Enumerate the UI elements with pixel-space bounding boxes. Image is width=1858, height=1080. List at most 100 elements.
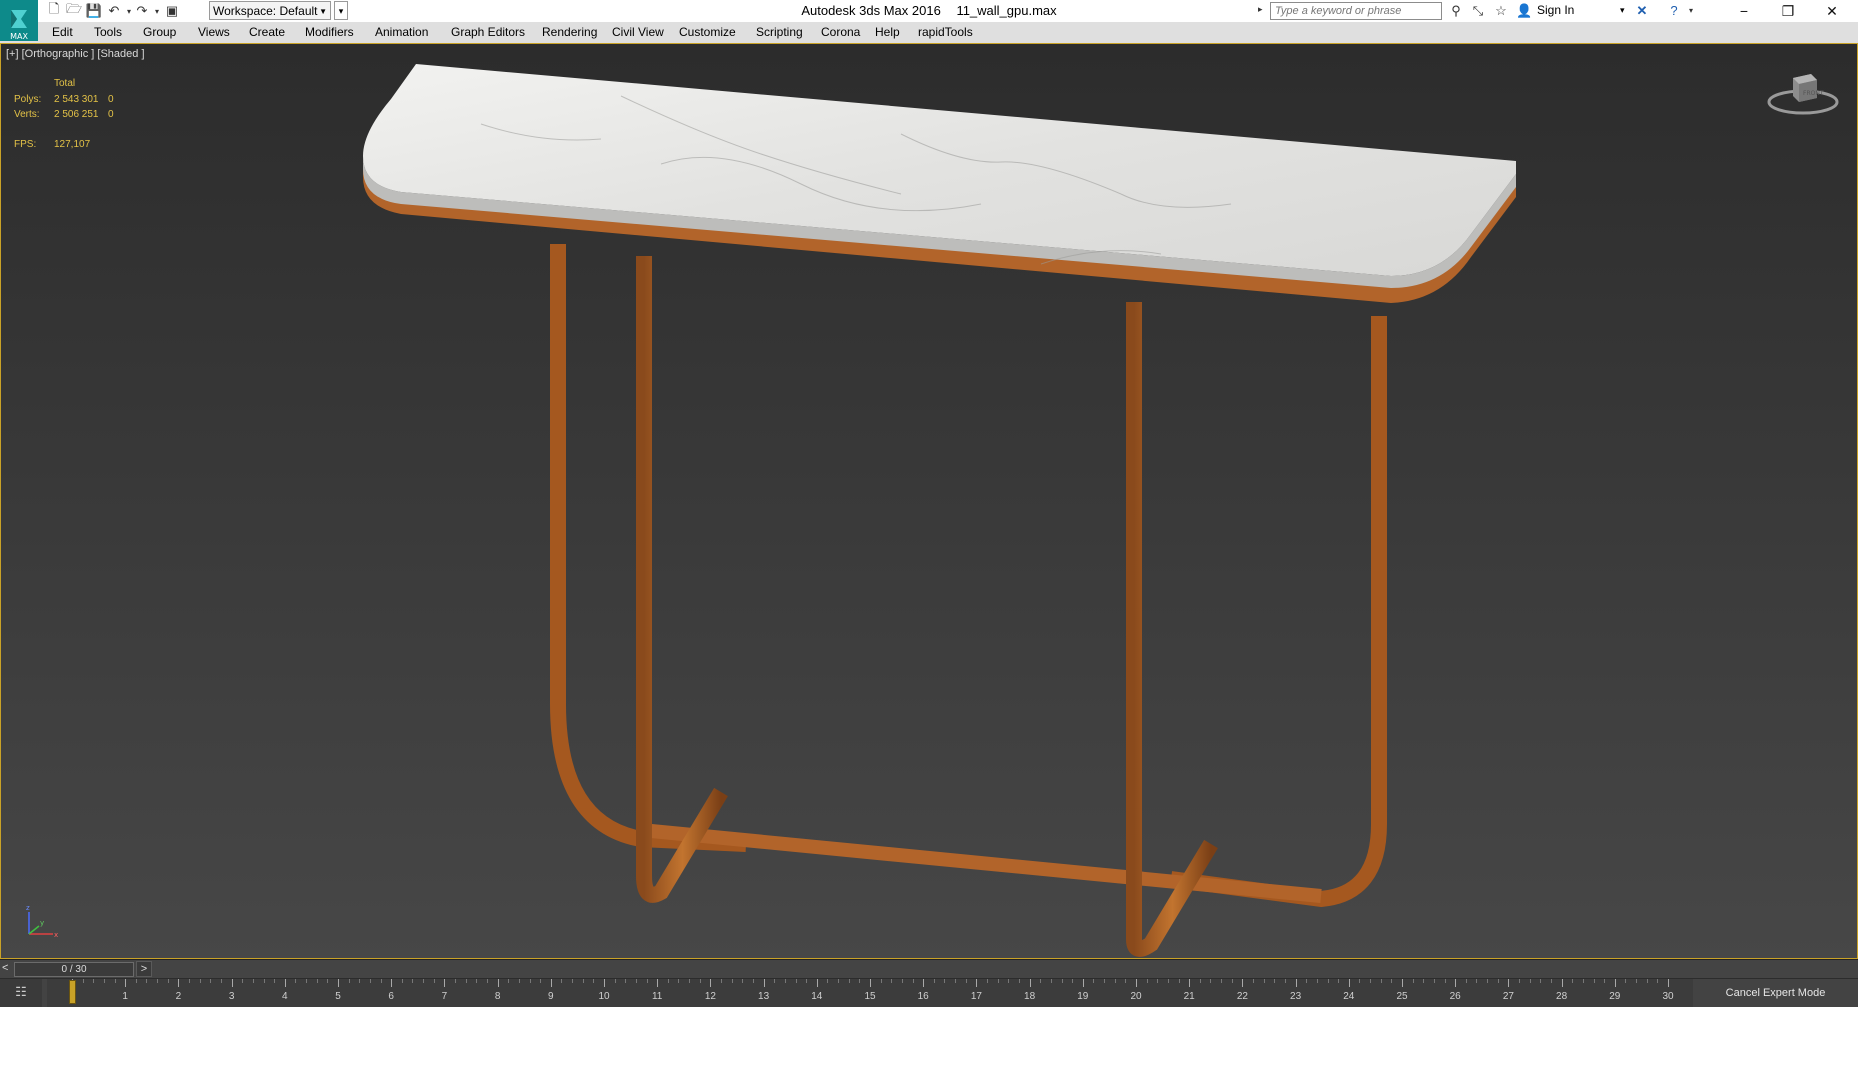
frame-tick-label: 24: [1343, 991, 1355, 1002]
frame-tick-label: 25: [1396, 991, 1408, 1002]
frame-tick: [284, 979, 286, 987]
menu-scripting[interactable]: Scripting: [756, 25, 803, 39]
polys-selected: 0: [108, 93, 114, 105]
cancel-expert-mode-button[interactable]: Cancel Expert Mode: [1693, 979, 1858, 1007]
project-folder-icon[interactable]: ▣: [164, 3, 180, 19]
menu-edit[interactable]: Edit: [52, 25, 73, 39]
menu-modifiers[interactable]: Modifiers: [305, 25, 354, 39]
frame-minor-tick: [263, 979, 265, 983]
current-frame-marker[interactable]: [69, 980, 76, 1004]
frame-tick: [870, 979, 871, 987]
frame-minor-tick: [1306, 979, 1308, 983]
frame-tick: [1295, 979, 1297, 987]
verts-total: 2 506 251: [54, 109, 99, 120]
new-file-icon[interactable]: 🗋: [46, 1, 62, 19]
viewport-label-menu[interactable]: [+] [Orthographic ] [Shaded ]: [6, 48, 145, 60]
frame-minor-tick: [1263, 979, 1265, 983]
track-bar-timeline[interactable]: 0123456789101112131415161718192021222324…: [47, 979, 1693, 1007]
frame-tick-label: 22: [1236, 991, 1248, 1002]
redo-icon[interactable]: ↷: [134, 3, 150, 19]
workspace-dropdown[interactable]: Workspace: Default ▼: [209, 1, 331, 20]
frame-tick-label: 20: [1130, 991, 1142, 1002]
save-icon[interactable]: 💾: [86, 3, 102, 19]
console-table-model[interactable]: [1, 44, 1858, 959]
menu-customize[interactable]: Customize: [679, 25, 736, 39]
menu-views[interactable]: Views: [198, 25, 230, 39]
help-icon[interactable]: ?: [1666, 3, 1682, 19]
frame-minor-tick: [1338, 979, 1340, 983]
menu-animation[interactable]: Animation: [375, 25, 428, 39]
time-slider-thumb[interactable]: 0 / 30: [14, 962, 134, 977]
user-icon: 👤: [1516, 3, 1533, 18]
frame-minor-tick: [997, 979, 999, 983]
menu-group[interactable]: Group: [143, 25, 176, 39]
frame-minor-tick: [1487, 979, 1489, 983]
menu-civil-view[interactable]: Civil View: [612, 25, 664, 39]
search-expand-icon[interactable]: ▸: [1258, 4, 1263, 15]
open-mini-curve-editor-icon[interactable]: ☷: [0, 979, 42, 1007]
fps-label: FPS:: [14, 138, 37, 150]
minimize-button[interactable]: −: [1722, 0, 1766, 22]
frame-tick: [1136, 979, 1137, 987]
frame-tick-label: 4: [282, 991, 288, 1002]
frame-tick: [1402, 979, 1403, 987]
time-slider-prev-button[interactable]: <: [2, 962, 8, 974]
close-button[interactable]: ✕: [1810, 0, 1854, 22]
application-button[interactable]: MAX: [0, 0, 38, 41]
frame-minor-tick: [752, 979, 754, 983]
axis-x-label: x: [54, 931, 58, 939]
close-x-icon[interactable]: ✕: [1634, 3, 1650, 19]
frame-tick: [657, 979, 659, 987]
frame-minor-tick: [295, 979, 297, 983]
time-slider[interactable]: < 0 / 30 >: [0, 959, 1858, 979]
frame-tick: [338, 979, 339, 987]
menu-corona[interactable]: Corona: [821, 25, 860, 39]
redo-dropdown-icon[interactable]: ▾: [149, 3, 165, 19]
perspective-viewport[interactable]: [+] [Orthographic ] [Shaded ] Total Poly…: [0, 43, 1858, 959]
axis-tripod-icon: z y x: [26, 904, 58, 939]
frame-tick-label: 2: [175, 991, 182, 1002]
stats-fps-row: FPS: 127,107: [14, 137, 114, 153]
frame-tick-label: 27: [1502, 991, 1514, 1002]
frame-minor-tick: [1327, 979, 1329, 983]
frame-minor-tick: [593, 979, 595, 983]
frame-minor-tick: [742, 979, 744, 983]
binoculars-icon[interactable]: ⚲: [1448, 3, 1464, 19]
frame-minor-tick: [199, 979, 201, 983]
frame-minor-tick: [891, 979, 893, 983]
undo-icon[interactable]: ↶: [106, 3, 122, 19]
frame-minor-tick: [1391, 979, 1393, 983]
time-slider-next-button[interactable]: >: [136, 961, 152, 977]
frame-tick-label: 26: [1449, 991, 1461, 1002]
frame-minor-tick: [1199, 979, 1201, 983]
menu-create[interactable]: Create: [249, 25, 285, 39]
frame-minor-tick: [1636, 979, 1638, 983]
star-icon[interactable]: ☆: [1493, 3, 1509, 19]
menu-help[interactable]: Help: [875, 25, 900, 39]
frame-minor-tick: [625, 979, 627, 983]
fps-value: 127,107: [54, 138, 91, 150]
sign-in-button[interactable]: Sign In: [1537, 3, 1574, 17]
menu-rapidtools[interactable]: rapidTools: [918, 25, 973, 39]
viewcube-icon[interactable]: FRONT: [1765, 68, 1841, 118]
frame-minor-tick: [582, 979, 584, 983]
frame-minor-tick: [316, 979, 318, 983]
frame-minor-tick: [1253, 979, 1255, 983]
frame-tick-label: 7: [441, 991, 448, 1002]
frame-minor-tick: [1465, 979, 1467, 983]
menu-graph-editors[interactable]: Graph Editors: [451, 25, 525, 39]
frame-minor-tick: [476, 979, 478, 983]
frame-minor-tick: [359, 979, 361, 983]
search-input[interactable]: Type a keyword or phrase: [1270, 2, 1442, 20]
frame-minor-tick: [561, 979, 563, 983]
restore-button[interactable]: ❐: [1766, 0, 1810, 22]
chevron-down-icon[interactable]: ▾: [1620, 5, 1625, 16]
open-file-icon[interactable]: 🗁: [66, 1, 82, 19]
frame-minor-tick: [614, 979, 616, 983]
chevron-down-icon[interactable]: ▾: [1683, 3, 1699, 19]
quick-access-customize-button[interactable]: ▾: [334, 1, 348, 20]
menu-rendering[interactable]: Rendering: [542, 25, 597, 39]
polys-total: 2 543 301: [54, 93, 99, 105]
menu-tools[interactable]: Tools: [94, 25, 122, 39]
exchange-icon[interactable]: ⤡: [1470, 3, 1486, 19]
